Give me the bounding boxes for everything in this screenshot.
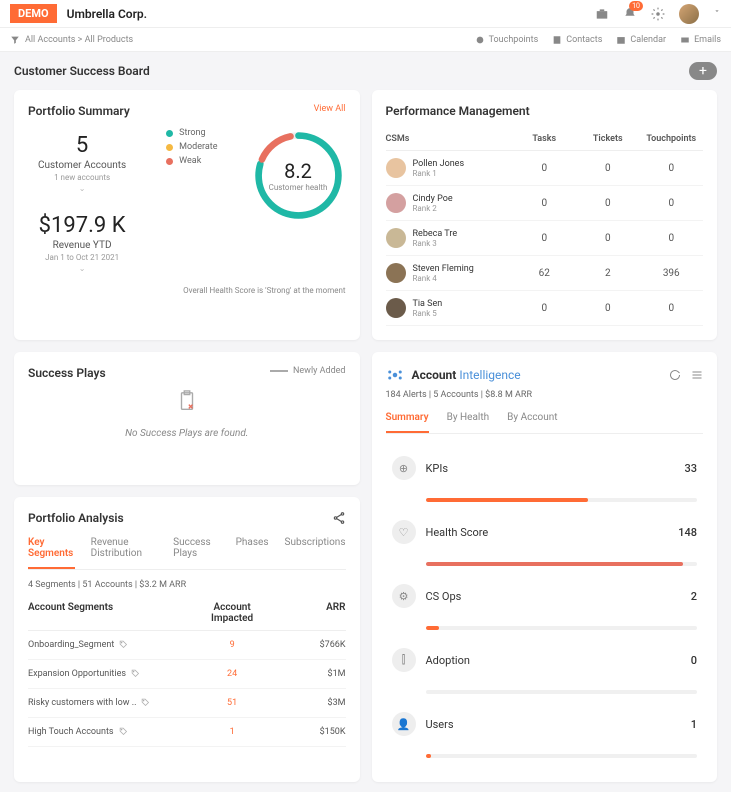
- ai-tab-by-account[interactable]: By Account: [507, 412, 557, 433]
- gear-icon[interactable]: [651, 7, 665, 21]
- csm-avatar: [386, 193, 406, 213]
- metric-icon: 👤: [392, 712, 416, 736]
- breadcrumb[interactable]: All Accounts > All Products: [25, 35, 133, 45]
- ai-metric-row[interactable]: ♡ Health Score 148: [386, 512, 704, 552]
- health-score: 8.2: [284, 159, 312, 183]
- analysis-summary: 4 Segments | 51 Accounts | $3.2 M ARR: [28, 580, 346, 590]
- csm-avatar: [386, 263, 406, 283]
- segment-row[interactable]: High Touch Accounts 1 $150K: [28, 718, 346, 747]
- nav-contacts[interactable]: Contacts: [552, 35, 602, 45]
- tab-success-plays[interactable]: Success Plays: [173, 537, 219, 569]
- metric-bar: [426, 690, 698, 694]
- notif-badge: 10: [629, 1, 643, 11]
- metric-bar: [426, 754, 698, 758]
- tab-phases[interactable]: Phases: [236, 537, 269, 569]
- nav-touchpoints[interactable]: Touchpoints: [475, 35, 539, 45]
- segment-row[interactable]: Onboarding_Segment 9 $766K: [28, 631, 346, 660]
- tab-key-segments[interactable]: Key Segments: [28, 537, 75, 569]
- csm-avatar: [386, 298, 406, 318]
- tab-subscriptions[interactable]: Subscriptions: [285, 537, 346, 569]
- csm-avatar: [386, 228, 406, 248]
- user-avatar[interactable]: [679, 4, 699, 24]
- card-title: Performance Management: [386, 104, 704, 118]
- metric-bar: [426, 562, 698, 566]
- clipboard-icon: [176, 390, 198, 412]
- metric-icon: ⫿: [392, 648, 416, 672]
- csm-avatar: [386, 158, 406, 178]
- demo-badge: DEMO: [10, 4, 57, 23]
- metric-icon: ⚙: [392, 584, 416, 608]
- ai-metric-row[interactable]: ⫿ Adoption 0: [386, 640, 704, 680]
- ai-metric-row[interactable]: 👤 Users 1: [386, 704, 704, 744]
- refresh-icon[interactable]: [669, 369, 681, 381]
- empty-message: No Success Plays are found.: [28, 418, 346, 449]
- settings-icon[interactable]: [691, 369, 703, 381]
- chevron-down-icon[interactable]: [713, 7, 721, 21]
- account-intelligence-card: Account Intelligence 184 Alerts | 5 Acco…: [372, 352, 718, 782]
- metric-icon: ⊕: [392, 456, 416, 480]
- card-title: Portfolio Analysis: [28, 511, 124, 525]
- filter-icon[interactable]: [10, 35, 20, 45]
- bell-icon[interactable]: 10: [623, 7, 637, 21]
- ai-tab-summary[interactable]: Summary: [386, 412, 429, 433]
- tag-icon: [119, 640, 128, 649]
- health-gauge: 8.2 Customer health: [251, 128, 346, 223]
- nav-calendar[interactable]: Calendar: [616, 35, 666, 45]
- ai-tab-by-health[interactable]: By Health: [447, 412, 490, 433]
- csm-row[interactable]: Tia SenRank 5 0 0 0: [386, 291, 704, 326]
- tag-icon: [131, 669, 140, 678]
- segment-row[interactable]: Expansion Opportunities 24 $1M: [28, 660, 346, 689]
- csm-row[interactable]: Rebeca TreRank 3 0 0 0: [386, 221, 704, 256]
- page-title: Customer Success Board: [14, 64, 150, 78]
- performance-card: Performance Management CSMs Tasks Ticket…: [372, 90, 718, 340]
- metric-icon: ♡: [392, 520, 416, 544]
- chevron-down-icon[interactable]: ⌄: [38, 264, 126, 273]
- health-message: Overall Health Score is 'Strong' at the …: [28, 286, 346, 295]
- briefcase-icon[interactable]: [595, 7, 609, 21]
- accounts-count: 5: [38, 133, 126, 158]
- portfolio-analysis-card: Portfolio Analysis Key Segments Revenue D…: [14, 497, 360, 783]
- company-name: Umbrella Corp.: [67, 7, 148, 21]
- metric-bar: [426, 626, 698, 630]
- add-button[interactable]: +: [689, 62, 717, 80]
- csm-row[interactable]: Cindy PoeRank 2 0 0 0: [386, 186, 704, 221]
- newly-added-badge: Newly Added: [270, 366, 346, 376]
- csm-row[interactable]: Steven FlemingRank 4 62 2 396: [386, 256, 704, 291]
- success-plays-card: Success Plays Newly Added No Success Pla…: [14, 352, 360, 485]
- csm-row[interactable]: Pollen JonesRank 1 0 0 0: [386, 151, 704, 186]
- tag-icon: [119, 727, 128, 736]
- ai-title: Account Intelligence: [412, 368, 521, 382]
- health-legend: Strong Moderate Weak: [166, 128, 217, 170]
- card-title: Portfolio Summary: [28, 104, 346, 118]
- ai-metric-row[interactable]: ⊕ KPIs 33: [386, 448, 704, 488]
- revenue-value: $197.9 K: [38, 213, 126, 238]
- ai-logo-icon: [386, 366, 404, 384]
- ai-summary: 184 Alerts | 5 Accounts | $8.8 M ARR: [386, 390, 704, 400]
- share-icon[interactable]: [332, 511, 346, 525]
- view-all-link[interactable]: View All: [314, 104, 346, 114]
- tag-icon: [141, 698, 150, 707]
- segment-row[interactable]: Risky customers with low .. 51 $3M: [28, 689, 346, 718]
- portfolio-summary-card: Portfolio Summary View All 5 Customer Ac…: [14, 90, 360, 340]
- tab-revenue-distribution[interactable]: Revenue Distribution: [91, 537, 157, 569]
- chevron-down-icon[interactable]: ⌄: [38, 184, 126, 193]
- nav-emails[interactable]: Emails: [680, 35, 721, 45]
- metric-bar: [426, 498, 698, 502]
- ai-metric-row[interactable]: ⚙ CS Ops 2: [386, 576, 704, 616]
